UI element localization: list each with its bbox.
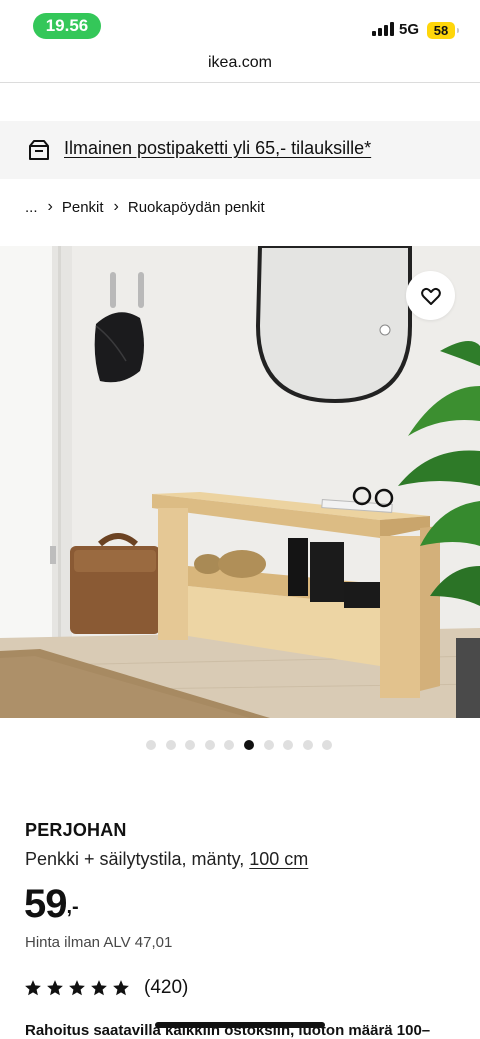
price-value: 59 — [24, 882, 67, 926]
home-indicator[interactable] — [155, 1022, 325, 1028]
status-bar: 19.56 5G 58 — [0, 0, 480, 50]
heart-icon — [420, 287, 441, 305]
star-icon — [25, 980, 41, 996]
rating-stars — [24, 979, 130, 997]
price-without-vat: Hinta ilman ALV 47,01 — [25, 934, 173, 951]
carousel-dot[interactable] — [263, 740, 274, 750]
carousel-dot[interactable] — [204, 740, 215, 750]
divider — [0, 82, 480, 83]
price: 59 ,- — [24, 880, 79, 928]
carousel-dot[interactable] — [224, 740, 235, 750]
carousel-dot[interactable] — [185, 740, 196, 750]
breadcrumb-item-penkit[interactable]: Penkit — [62, 199, 104, 216]
star-icon — [113, 980, 129, 996]
carousel-dot[interactable] — [165, 740, 176, 750]
carousel-dot[interactable] — [243, 740, 254, 750]
star-icon — [91, 980, 107, 996]
star-icon — [69, 980, 85, 996]
battery-level: 58 — [433, 23, 449, 38]
status-time: 19.56 — [33, 13, 101, 39]
signal-icon — [372, 22, 394, 36]
carousel-dot[interactable] — [302, 740, 313, 750]
product-description-text: Penkki + säilytystila, mänty, — [25, 849, 245, 869]
chevron-right-icon: › — [47, 198, 53, 215]
carousel-dot[interactable] — [322, 740, 333, 750]
chevron-right-icon: › — [113, 198, 119, 215]
product-description: Penkki + säilytystila, mänty, 100 cm — [25, 849, 308, 870]
star-icon — [47, 980, 63, 996]
product-photo — [0, 246, 480, 718]
rating[interactable]: (420) — [24, 976, 188, 1000]
browser-url[interactable]: ikea.com — [0, 54, 480, 80]
breadcrumb: ... › Penkit › Ruokapöydän penkit — [25, 196, 265, 218]
product-name: PERJOHAN — [25, 820, 127, 840]
product-image[interactable] — [0, 246, 480, 718]
carousel-dot[interactable] — [283, 740, 294, 750]
promo-link[interactable]: Ilmainen postipaketti yli 65,- tilauksil… — [64, 138, 371, 159]
breadcrumb-ellipsis[interactable]: ... — [25, 199, 38, 216]
rating-count[interactable]: (420) — [144, 977, 188, 999]
product-size-link[interactable]: 100 cm — [249, 849, 308, 869]
breadcrumb-item-ruokapoydan-penkit[interactable]: Ruokapöydän penkit — [128, 199, 265, 216]
delivery-box-icon — [29, 140, 49, 160]
network-type: 5G — [399, 21, 420, 38]
favorite-button[interactable] — [406, 271, 455, 320]
carousel-dots[interactable] — [146, 740, 333, 750]
promo-banner[interactable]: Ilmainen postipaketti yli 65,- tilauksil… — [0, 121, 480, 179]
battery-icon: 58 — [427, 22, 459, 39]
carousel-dot[interactable] — [146, 740, 156, 750]
price-suffix: ,- — [66, 896, 79, 918]
